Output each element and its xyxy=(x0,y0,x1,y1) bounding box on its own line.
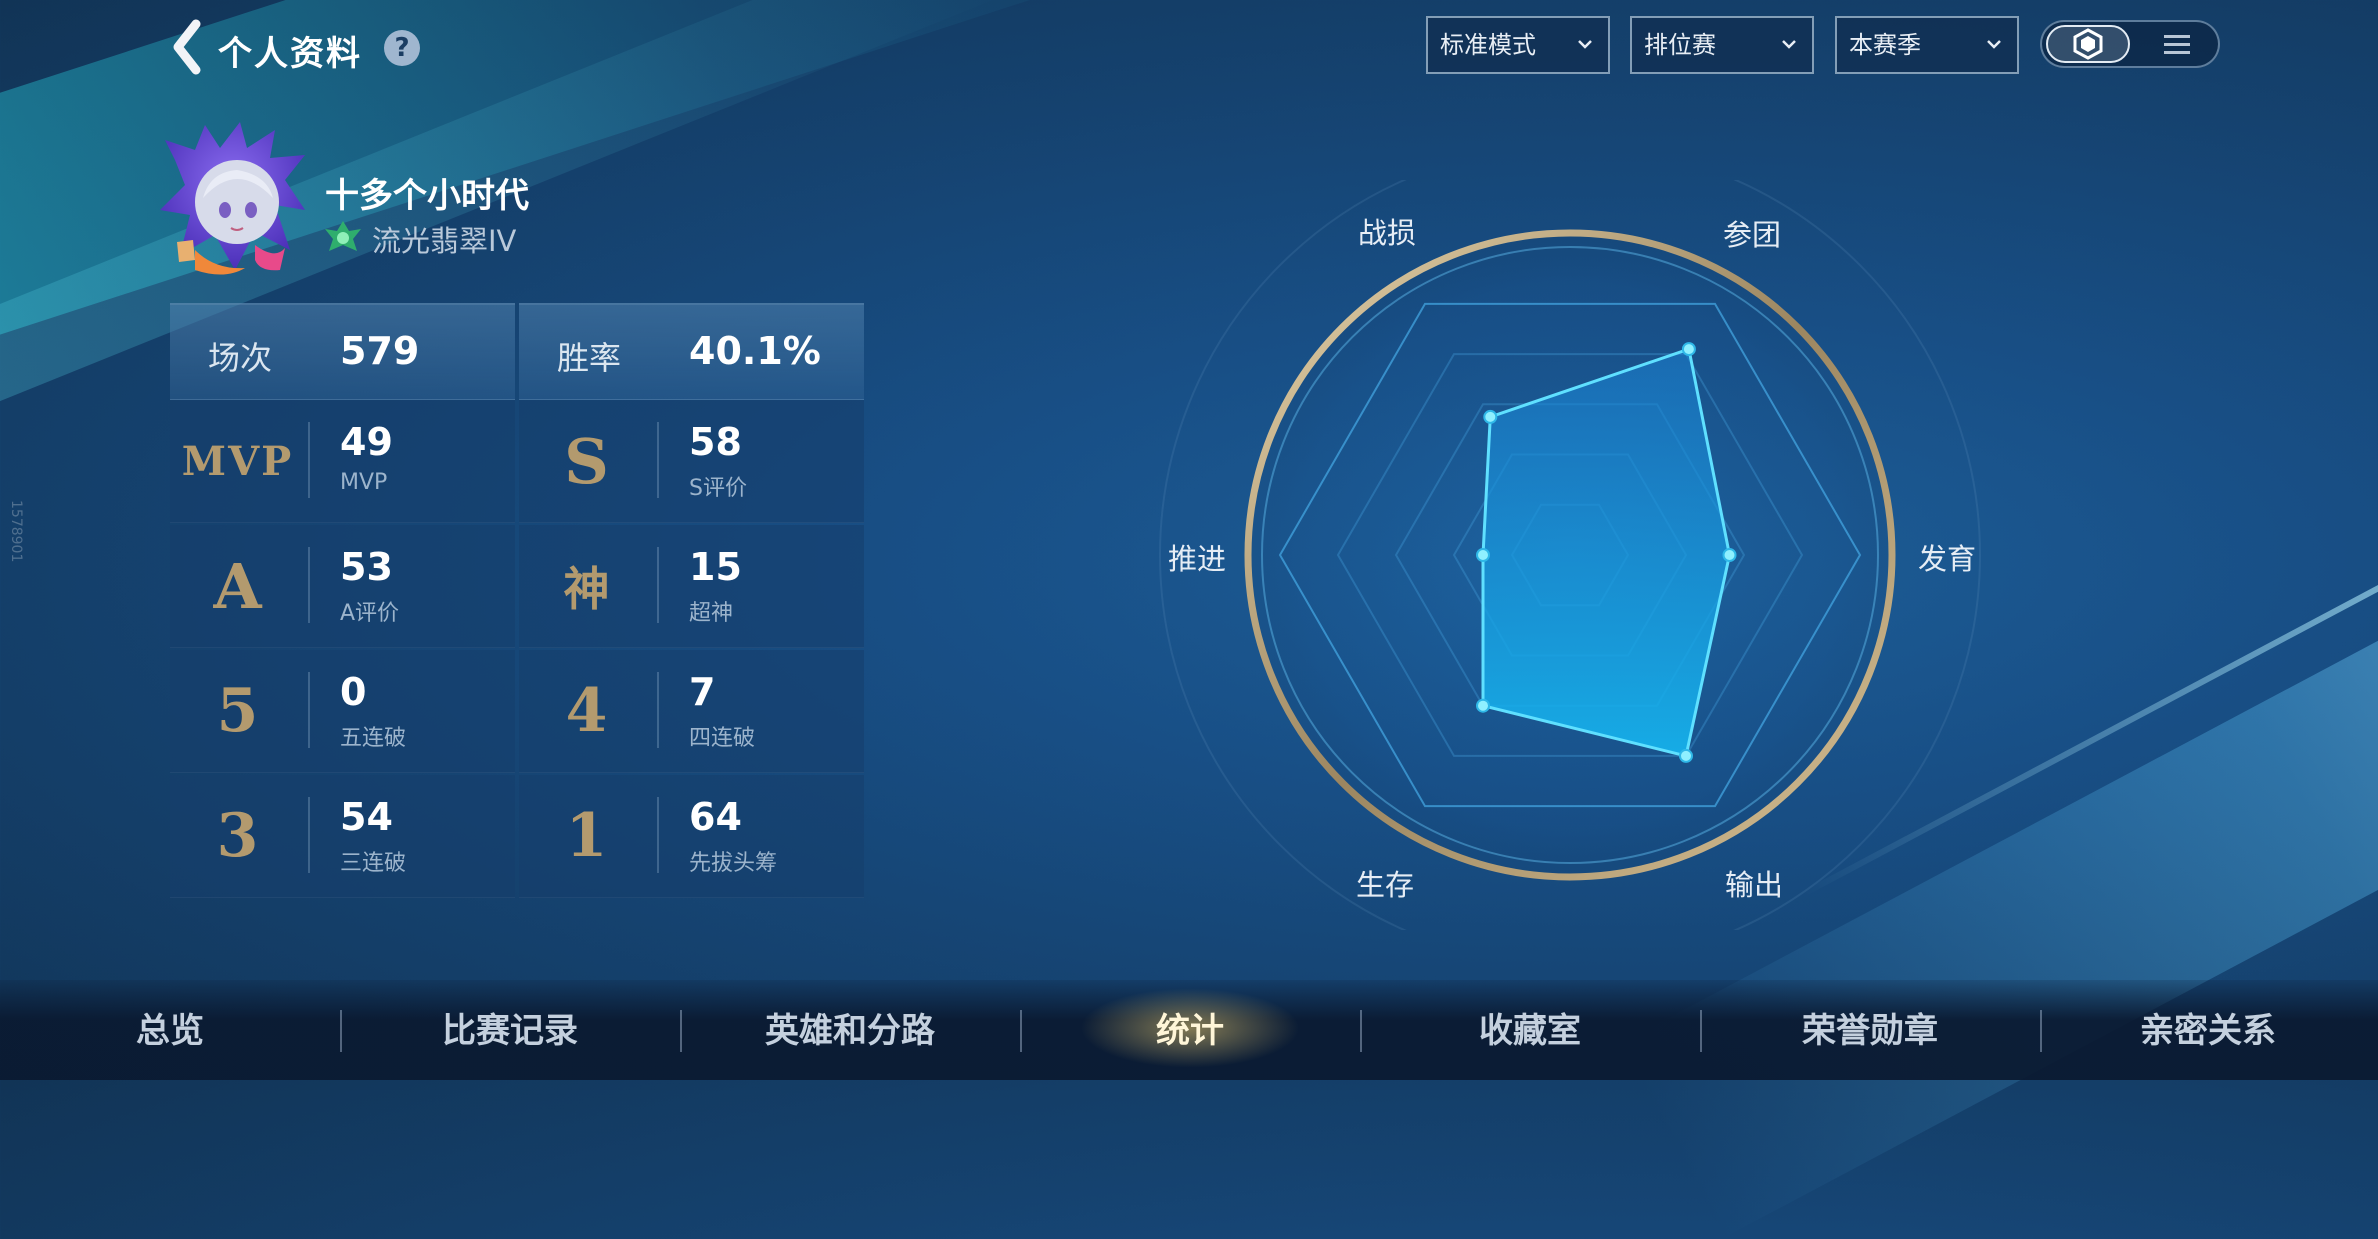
page-title: 个人资料 xyxy=(218,34,362,74)
first-blood-medal-icon: 1 xyxy=(565,801,608,871)
triple-kill-medal-icon: 3 xyxy=(216,801,259,871)
radar-value-point xyxy=(1476,548,1490,562)
help-icon[interactable]: ? xyxy=(384,30,420,66)
penta-kill-medal-icon: 5 xyxy=(216,676,259,746)
avatar[interactable] xyxy=(155,120,315,280)
rank-emblem-icon xyxy=(325,221,361,251)
stat-cell-mvp: MVP 49 MVP xyxy=(170,400,515,523)
tab-collection[interactable]: 收藏室 xyxy=(1360,1004,1700,1058)
stat-cell-s: S 58 S评价 xyxy=(519,400,864,523)
winrate-label: 胜率 xyxy=(557,339,622,377)
tab-overview[interactable]: 总览 xyxy=(0,1004,340,1058)
radar-value-point xyxy=(1679,748,1693,763)
stat-cell-first-blood: 1 64 先拔头筹 xyxy=(519,775,864,898)
tab-match-history[interactable]: 比赛记录 xyxy=(340,1004,680,1058)
mode-dropdown-value: 标准模式 xyxy=(1440,31,1536,59)
stat-value: 64 xyxy=(689,795,742,839)
cell-divider xyxy=(657,422,659,498)
cell-divider xyxy=(308,547,310,623)
match-type-dropdown[interactable]: 排位赛 xyxy=(1630,16,1814,74)
cell-divider xyxy=(657,547,659,623)
mode-dropdown[interactable]: 标准模式 xyxy=(1426,16,1610,74)
stat-label: 三连破 xyxy=(340,851,407,876)
radar-svg xyxy=(1159,144,1981,966)
radar-axis-label[interactable]: 参团 xyxy=(1723,212,1781,254)
radar-axis-label[interactable]: 输出 xyxy=(1725,862,1783,904)
ability-radar-chart: 战损 参团 发育 输出 生存 推进 xyxy=(1120,144,2020,966)
cell-divider xyxy=(308,422,310,498)
stat-cell-godlike: 神 15 超神 xyxy=(519,525,864,648)
radar-view-toggle[interactable] xyxy=(2046,25,2130,63)
hexagon-icon xyxy=(2073,28,2103,60)
stats-table: 场次 579 胜率 40.1% MVP 49 MVP S 58 S评价 A 53… xyxy=(170,303,864,898)
rank-name: 流光翡翠IV xyxy=(372,224,517,258)
player-name: 十多个小时代 xyxy=(325,176,529,216)
cell-divider xyxy=(308,797,310,873)
cell-divider xyxy=(657,672,659,748)
stat-value: 54 xyxy=(340,795,393,839)
stat-label: 四连破 xyxy=(689,726,756,751)
a-grade-medal-icon: A xyxy=(213,549,262,623)
tab-honor-medals[interactable]: 荣誉勋章 xyxy=(1700,1004,2040,1058)
stat-label: 超神 xyxy=(689,601,734,626)
match-type-dropdown-value: 排位赛 xyxy=(1644,31,1716,59)
season-dropdown[interactable]: 本赛季 xyxy=(1835,16,2019,74)
radar-axis-label[interactable]: 生存 xyxy=(1356,862,1414,904)
chevron-down-icon xyxy=(1578,40,1592,49)
radar-value-point xyxy=(1483,409,1498,424)
tab-statistics[interactable]: 统计 xyxy=(1020,1004,1360,1058)
stat-label: 先拔头筹 xyxy=(689,851,778,876)
tab-relationships[interactable]: 亲密关系 xyxy=(2038,1004,2378,1058)
stat-label: 五连破 xyxy=(340,726,407,751)
radar-value-point xyxy=(1476,698,1490,713)
matches-label: 场次 xyxy=(208,339,273,377)
stat-value: 0 xyxy=(340,670,367,714)
stat-label: S评价 xyxy=(689,476,747,501)
chevron-down-icon xyxy=(1987,40,2001,49)
cell-divider xyxy=(308,672,310,748)
stat-value: 7 xyxy=(689,670,716,714)
radar-value-point xyxy=(1722,548,1737,562)
list-view-icon[interactable] xyxy=(2142,26,2212,64)
stat-label: A评价 xyxy=(340,601,400,626)
stat-cell-quadra: 4 7 四连破 xyxy=(519,650,864,773)
tab-heroes-lanes[interactable]: 英雄和分路 xyxy=(680,1004,1020,1058)
stat-value: 58 xyxy=(689,420,742,464)
stat-label: MVP xyxy=(340,470,388,495)
matches-value: 579 xyxy=(340,329,420,373)
winrate-cell: 胜率 40.1% xyxy=(519,303,864,400)
radar-value-polygon xyxy=(1481,347,1732,758)
radar-axis-label[interactable]: 战损 xyxy=(1358,210,1416,252)
quadra-kill-medal-icon: 4 xyxy=(565,676,608,746)
godlike-medal-icon: 神 xyxy=(563,562,610,616)
back-arrow-icon[interactable] xyxy=(168,18,208,76)
stat-cell-triple: 3 54 三连破 xyxy=(170,775,515,898)
cell-divider xyxy=(657,797,659,873)
radar-axis-label[interactable]: 发育 xyxy=(1918,536,1976,578)
bottom-nav: 总览 比赛记录 英雄和分路 统计 收藏室 荣誉勋章 亲密关系 xyxy=(0,980,2378,1080)
stat-value: 49 xyxy=(340,420,393,464)
chevron-down-icon xyxy=(1782,40,1796,49)
stat-cell-a: A 53 A评价 xyxy=(170,525,515,648)
matches-cell: 场次 579 xyxy=(170,303,515,400)
stat-value: 53 xyxy=(340,545,393,589)
radar-value-point xyxy=(1681,342,1696,357)
s-grade-medal-icon: S xyxy=(564,424,609,498)
mvp-medal-icon: MVP xyxy=(181,437,294,485)
radar-axis-label[interactable]: 推进 xyxy=(1168,536,1226,578)
view-toggle xyxy=(2040,20,2220,68)
stat-cell-penta: 5 0 五连破 xyxy=(170,650,515,773)
stat-value: 15 xyxy=(689,545,742,589)
side-id-code: 1578901 xyxy=(8,500,24,563)
winrate-value: 40.1% xyxy=(689,329,821,373)
season-dropdown-value: 本赛季 xyxy=(1849,31,1921,59)
